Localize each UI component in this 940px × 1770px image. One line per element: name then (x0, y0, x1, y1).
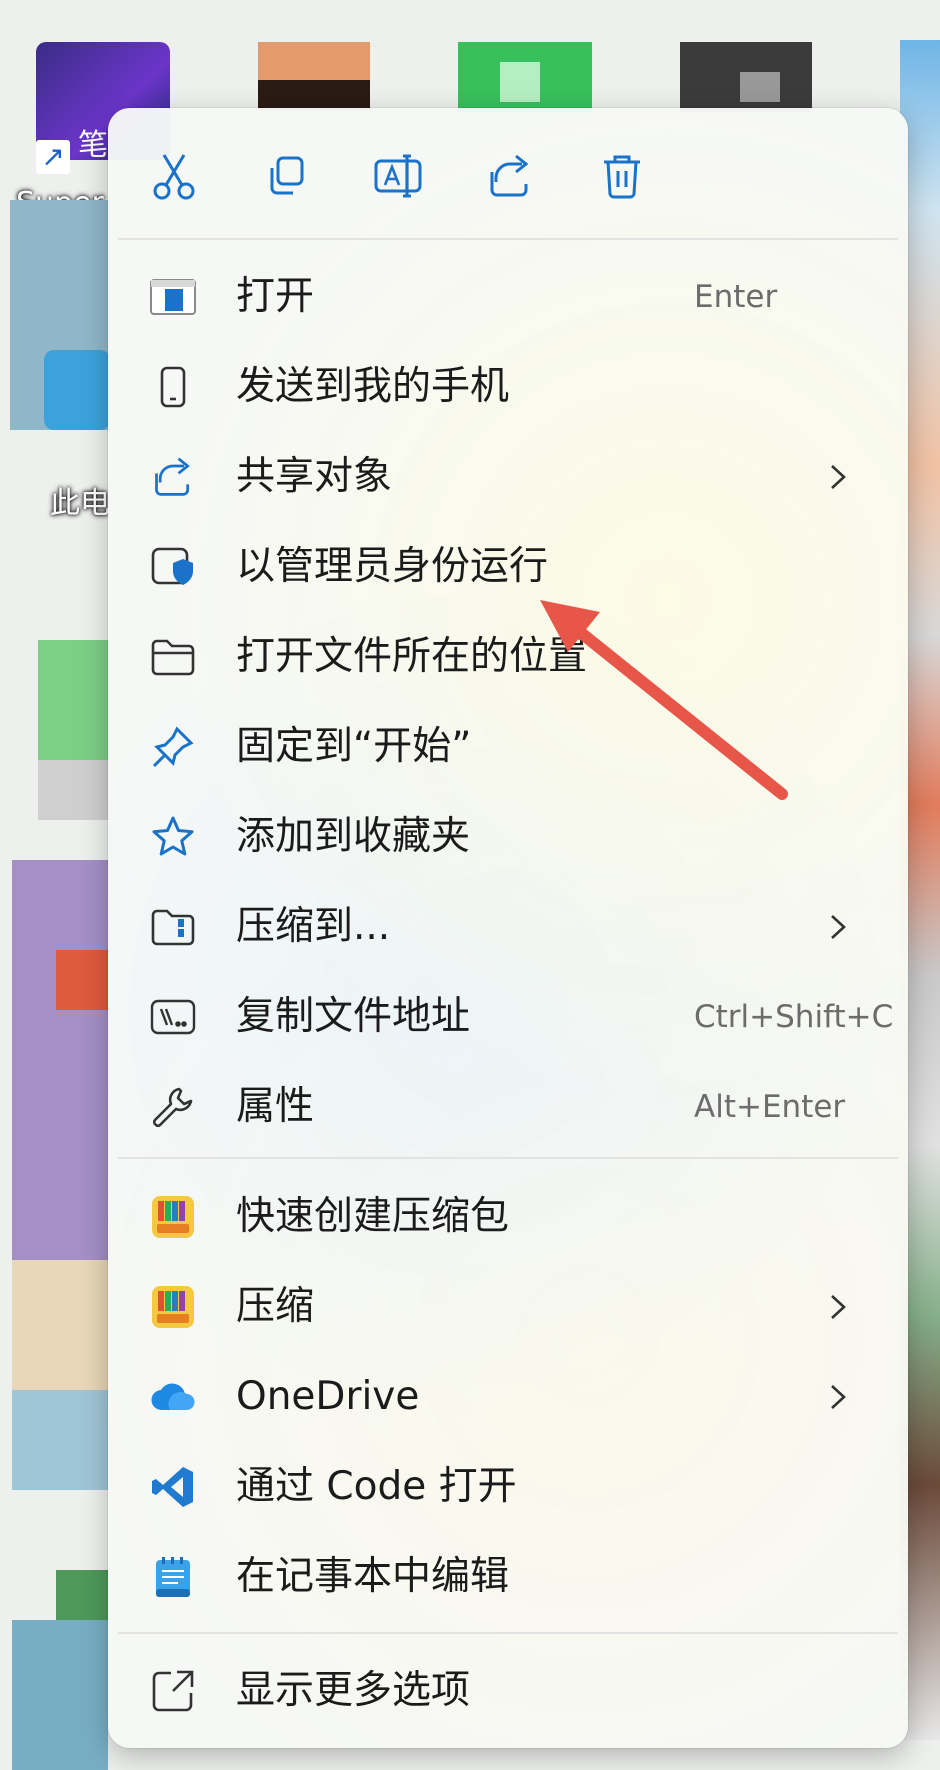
desktop-icon-label: 此电 (50, 486, 110, 521)
share-icon (490, 154, 529, 197)
menu-item-compress[interactable]: 压缩 (118, 1264, 898, 1350)
pixel-tile (12, 1260, 108, 1390)
pin-icon (150, 724, 196, 770)
menu-item-label: 共享对象 (236, 454, 393, 499)
menu-item-onedrive[interactable]: OneDrive (118, 1354, 898, 1440)
cut-icon (153, 154, 195, 200)
chevron-right-icon (831, 915, 846, 939)
bandizip-icon (150, 1284, 196, 1330)
cut-button[interactable] (144, 146, 204, 206)
bandizip-icon (150, 1194, 196, 1240)
menu-item-shortcut: Ctrl+Shift+C (694, 999, 894, 1035)
pixel-tile (12, 1620, 108, 1770)
menu-item-label: 固定到“开始” (236, 724, 472, 769)
menu-item-share[interactable]: 共享对象 (118, 434, 898, 520)
menu-item-show-more-options[interactable]: 显示更多选项 (118, 1648, 898, 1734)
chevron-right-icon (831, 1385, 846, 1409)
open-app-icon (150, 274, 196, 320)
chevron-right-icon (831, 1295, 846, 1319)
menu-item-open-with-code[interactable]: 通过 Code 打开 (118, 1444, 898, 1530)
menu-item-label: 压缩 (236, 1284, 315, 1329)
phone-icon (150, 364, 196, 410)
path-icon (150, 994, 196, 1040)
pixel-tile (258, 80, 370, 110)
rename-icon (374, 154, 422, 198)
pixel-tile (740, 72, 780, 102)
menu-item-run-as-admin[interactable]: 以管理员身份运行 (118, 524, 898, 610)
menu-item-label: 快速创建压缩包 (236, 1194, 510, 1239)
menu-item-quick-create-archive[interactable]: 快速创建压缩包 (118, 1174, 898, 1260)
shortcut-arrow-icon: ↗ (36, 140, 70, 174)
menu-item-label: 通过 Code 打开 (236, 1464, 517, 1509)
notepad-icon (150, 1554, 196, 1600)
menu-item-compress-to[interactable]: 压缩到... (118, 884, 898, 970)
folder-icon (150, 634, 196, 680)
menu-item-shortcut: Enter (694, 279, 778, 315)
zip-folder-icon (150, 904, 196, 950)
delete-icon (604, 155, 640, 199)
delete-button[interactable] (592, 146, 652, 206)
menu-item-properties[interactable]: 属性 Alt+Enter (118, 1064, 898, 1150)
wrench-icon (150, 1084, 196, 1130)
pixel-tile (56, 1570, 108, 1620)
rename-button[interactable] (368, 146, 428, 206)
menu-separator (118, 238, 898, 240)
share-icon (150, 454, 196, 500)
menu-item-edit-in-notepad[interactable]: 在记事本中编辑 (118, 1534, 898, 1620)
menu-separator (118, 1157, 898, 1159)
pixel-tile (38, 640, 110, 760)
menu-item-label: 复制文件地址 (236, 994, 471, 1039)
menu-item-label: 添加到收藏夹 (236, 814, 471, 859)
menu-item-shortcut: Alt+Enter (694, 1089, 846, 1125)
copy-button[interactable] (256, 146, 316, 206)
menu-item-label: 发送到我的手机 (236, 364, 510, 409)
menu-item-label: 打开文件所在的位置 (236, 634, 588, 679)
menu-item-send-to-phone[interactable]: 发送到我的手机 (118, 344, 898, 430)
menu-item-label: 在记事本中编辑 (236, 1554, 510, 1599)
context-menu: 打开 Enter 发送到我的手机 共享对象 以管理员身份运行 打开文件所在的位置… (108, 108, 908, 1748)
onedrive-icon (150, 1374, 196, 1420)
menu-item-label: OneDrive (236, 1374, 420, 1419)
pixel-tile (38, 760, 110, 820)
menu-item-open-file-location[interactable]: 打开文件所在的位置 (118, 614, 898, 700)
menu-item-label: 打开 (236, 274, 315, 319)
desktop-icon-this-pc[interactable] (44, 350, 110, 430)
copy-icon (270, 156, 304, 195)
context-menu-toolbar (108, 108, 908, 240)
menu-item-label: 属性 (236, 1084, 315, 1129)
more-options-icon (150, 1668, 196, 1714)
shield-icon (150, 544, 196, 590)
menu-item-add-to-favorites[interactable]: 添加到收藏夹 (118, 794, 898, 880)
star-icon (150, 814, 196, 860)
vscode-icon (150, 1464, 196, 1510)
share-button[interactable] (480, 146, 540, 206)
pixel-tile (12, 860, 108, 1260)
menu-item-label: 显示更多选项 (236, 1668, 471, 1713)
menu-item-copy-path[interactable]: 复制文件地址 Ctrl+Shift+C (118, 974, 898, 1060)
menu-item-label: 压缩到... (236, 904, 391, 949)
menu-item-label: 以管理员身份运行 (236, 544, 549, 589)
menu-item-pin-to-start[interactable]: 固定到“开始” (118, 704, 898, 790)
chevron-right-icon (831, 465, 846, 489)
pixel-tile (56, 950, 108, 1010)
pixel-tile (500, 62, 540, 102)
menu-separator (118, 1632, 898, 1634)
menu-item-open[interactable]: 打开 Enter (118, 254, 898, 340)
pixel-tile (12, 1390, 108, 1490)
app-glyph: 笔 (78, 128, 108, 163)
